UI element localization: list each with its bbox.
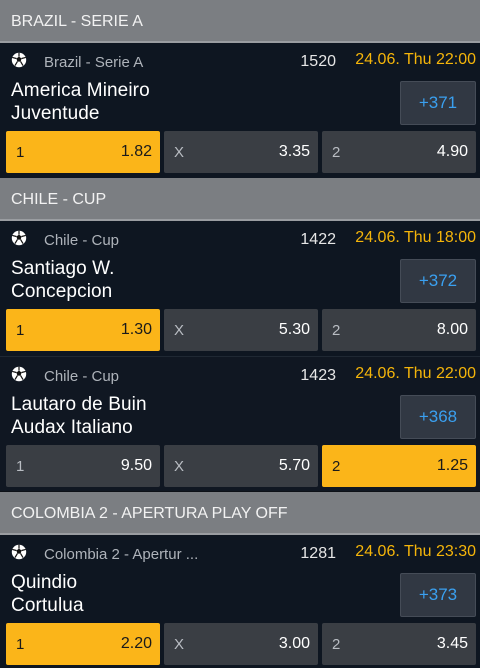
odd-draw-button[interactable]: X 3.00	[164, 623, 318, 665]
away-team: Cortulua	[11, 595, 84, 616]
odd-label: X	[174, 635, 185, 653]
match-card[interactable]: Brazil - Serie A 1520 24.06. Thu 22:00 A…	[0, 43, 480, 178]
odd-value: 8.00	[436, 321, 468, 338]
odd-label: 2	[332, 321, 341, 339]
odd-label: 2	[332, 457, 341, 475]
league-header[interactable]: COLOMBIA 2 - APERTURA PLAY OFF	[0, 492, 480, 535]
odd-value: 5.30	[278, 321, 310, 338]
match-league: Colombia 2 - Apertur ...	[44, 546, 199, 563]
odd-home-button[interactable]: 1 1.30	[6, 309, 160, 351]
away-team: Juventude	[11, 103, 100, 124]
odd-label: 1	[16, 321, 25, 339]
league-header[interactable]: BRAZIL - SERIE A	[0, 0, 480, 43]
odd-label: X	[174, 321, 185, 339]
soccer-ball-icon	[11, 230, 27, 246]
more-markets-button[interactable]: +373	[400, 573, 476, 617]
odd-label: 1	[16, 457, 25, 475]
away-team: Audax Italiano	[11, 417, 133, 438]
odd-away-button[interactable]: 2 1.25	[322, 445, 476, 487]
odds-row: 1 2.20 X 3.00 2 3.45	[6, 623, 476, 665]
odd-draw-button[interactable]: X 5.30	[164, 309, 318, 351]
match-meta: Chile - Cup 1422 24.06. Thu 18:00	[0, 221, 480, 255]
odd-value: 3.00	[278, 635, 310, 652]
league-header[interactable]: CHILE - CUP	[0, 178, 480, 221]
match-meta: Colombia 2 - Apertur ... 1281 24.06. Thu…	[0, 535, 480, 569]
odds-row: 1 9.50 X 5.70 2 1.25	[6, 445, 476, 487]
more-markets-button[interactable]: +371	[400, 81, 476, 125]
odd-away-button[interactable]: 2 3.45	[322, 623, 476, 665]
match-meta: Chile - Cup 1423 24.06. Thu 22:00	[0, 357, 480, 391]
odd-draw-button[interactable]: X 5.70	[164, 445, 318, 487]
match-time: 24.06. Thu 23:30	[355, 543, 476, 560]
league-header-title: COLOMBIA 2 - APERTURA PLAY OFF	[11, 504, 288, 522]
home-team: Lautaro de Buin	[11, 394, 147, 415]
odds-row: 1 1.30 X 5.30 2 8.00	[6, 309, 476, 351]
match-id: 1422	[300, 231, 336, 248]
odd-value: 3.35	[278, 143, 310, 160]
match-meta: Brazil - Serie A 1520 24.06. Thu 22:00	[0, 43, 480, 77]
match-id: 1281	[300, 545, 336, 562]
odd-home-button[interactable]: 1 1.82	[6, 131, 160, 173]
odd-away-button[interactable]: 2 8.00	[322, 309, 476, 351]
match-id: 1520	[300, 53, 336, 70]
odd-home-button[interactable]: 1 9.50	[6, 445, 160, 487]
odd-value: 3.45	[436, 635, 468, 652]
odd-value: 2.20	[120, 635, 152, 652]
match-time: 24.06. Thu 18:00	[355, 229, 476, 246]
odd-value: 4.90	[436, 143, 468, 160]
odd-away-button[interactable]: 2 4.90	[322, 131, 476, 173]
match-time: 24.06. Thu 22:00	[355, 51, 476, 68]
odd-value: 9.50	[120, 457, 152, 474]
home-team: Santiago W.	[11, 258, 115, 279]
odd-label: 1	[16, 635, 25, 653]
away-team: Concepcion	[11, 281, 113, 302]
odd-value: 1.30	[120, 321, 152, 338]
odd-label: X	[174, 457, 185, 475]
home-team: America Mineiro	[11, 80, 150, 101]
match-league: Chile - Cup	[44, 232, 120, 249]
match-league: Brazil - Serie A	[44, 54, 144, 71]
match-card[interactable]: Colombia 2 - Apertur ... 1281 24.06. Thu…	[0, 535, 480, 668]
more-markets-button[interactable]: +372	[400, 259, 476, 303]
odd-value: 1.25	[436, 457, 468, 474]
match-id: 1423	[300, 367, 336, 384]
soccer-ball-icon	[11, 544, 27, 560]
odd-label: X	[174, 143, 185, 161]
soccer-ball-icon	[11, 52, 27, 68]
league-header-title: BRAZIL - SERIE A	[11, 12, 143, 30]
odd-label: 2	[332, 635, 341, 653]
odd-label: 2	[332, 143, 341, 161]
odd-home-button[interactable]: 1 2.20	[6, 623, 160, 665]
match-card[interactable]: Chile - Cup 1422 24.06. Thu 18:00 Santia…	[0, 221, 480, 356]
home-team: Quindio	[11, 572, 78, 593]
odds-row: 1 1.82 X 3.35 2 4.90	[6, 131, 476, 173]
match-time: 24.06. Thu 22:00	[355, 365, 476, 382]
match-card[interactable]: Chile - Cup 1423 24.06. Thu 22:00 Lautar…	[0, 356, 480, 491]
more-markets-button[interactable]: +368	[400, 395, 476, 439]
league-header-title: CHILE - CUP	[11, 190, 107, 208]
odd-value: 5.70	[278, 457, 310, 474]
soccer-ball-icon	[11, 366, 27, 382]
match-league: Chile - Cup	[44, 368, 120, 385]
odd-draw-button[interactable]: X 3.35	[164, 131, 318, 173]
odd-label: 1	[16, 143, 25, 161]
odd-value: 1.82	[120, 143, 152, 160]
